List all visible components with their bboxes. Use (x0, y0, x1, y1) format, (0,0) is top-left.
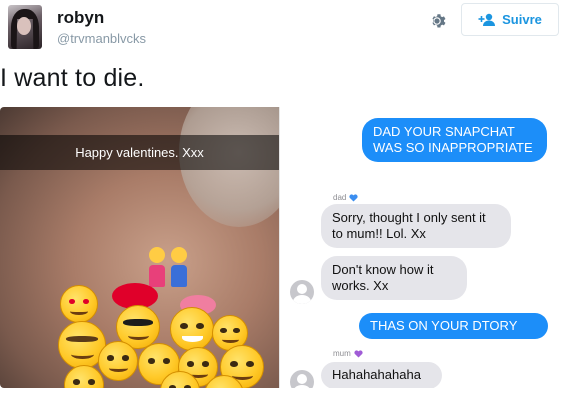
add-user-icon (478, 13, 496, 27)
gear-icon[interactable] (426, 10, 448, 32)
sender-label: dad (333, 193, 358, 202)
couple-emoji (148, 247, 192, 293)
received-message-bubble: Don't know how it works. Xx (321, 256, 467, 300)
grimace-emoji (170, 307, 214, 351)
girl-emoji (148, 247, 166, 287)
laughing-emoji (64, 365, 104, 388)
imessage-screenshot: DAD YOUR SNAPCHAT WAS SO INAPPROPRIATE d… (279, 107, 558, 388)
author-name[interactable]: robyn (57, 8, 104, 28)
contact-avatar (290, 280, 314, 304)
received-message-bubble: Sorry, thought I only sent it to mum!! L… (321, 204, 511, 248)
snapchat-caption-bar: Happy valentines. Xxx (0, 135, 279, 170)
tweet-media[interactable]: Happy valentines. Xxx DAD YOUR SNAPCHAT … (0, 107, 558, 388)
received-message-bubble: Hahahahahaha (321, 362, 442, 388)
snapchat-caption: Happy valentines. Xxx (75, 145, 204, 160)
tweet-text: I want to die. (0, 64, 145, 92)
blue-heart-icon (349, 193, 358, 202)
author-handle[interactable]: @trvmanblvcks (57, 31, 146, 46)
smile-emoji (98, 341, 138, 381)
contact-avatar (290, 370, 314, 388)
follow-button[interactable]: Suivre (461, 3, 559, 36)
purple-heart-icon (354, 349, 363, 358)
author-avatar[interactable] (8, 5, 42, 49)
emoji-sticker-pile (40, 247, 280, 388)
sender-name: dad (333, 193, 347, 202)
sent-message-bubble: DAD YOUR SNAPCHAT WAS SO INAPPROPRIATE (362, 118, 547, 162)
boy-emoji (170, 247, 188, 287)
heart-eyes-emoji (60, 285, 98, 323)
follow-label: Suivre (502, 12, 542, 27)
sender-name: mum (333, 349, 351, 358)
sent-message-bubble: THAS ON YOUR DTORY (359, 313, 548, 339)
snapchat-photo: Happy valentines. Xxx (0, 107, 299, 388)
avatar-face (17, 17, 31, 35)
sender-label: mum (333, 349, 363, 358)
